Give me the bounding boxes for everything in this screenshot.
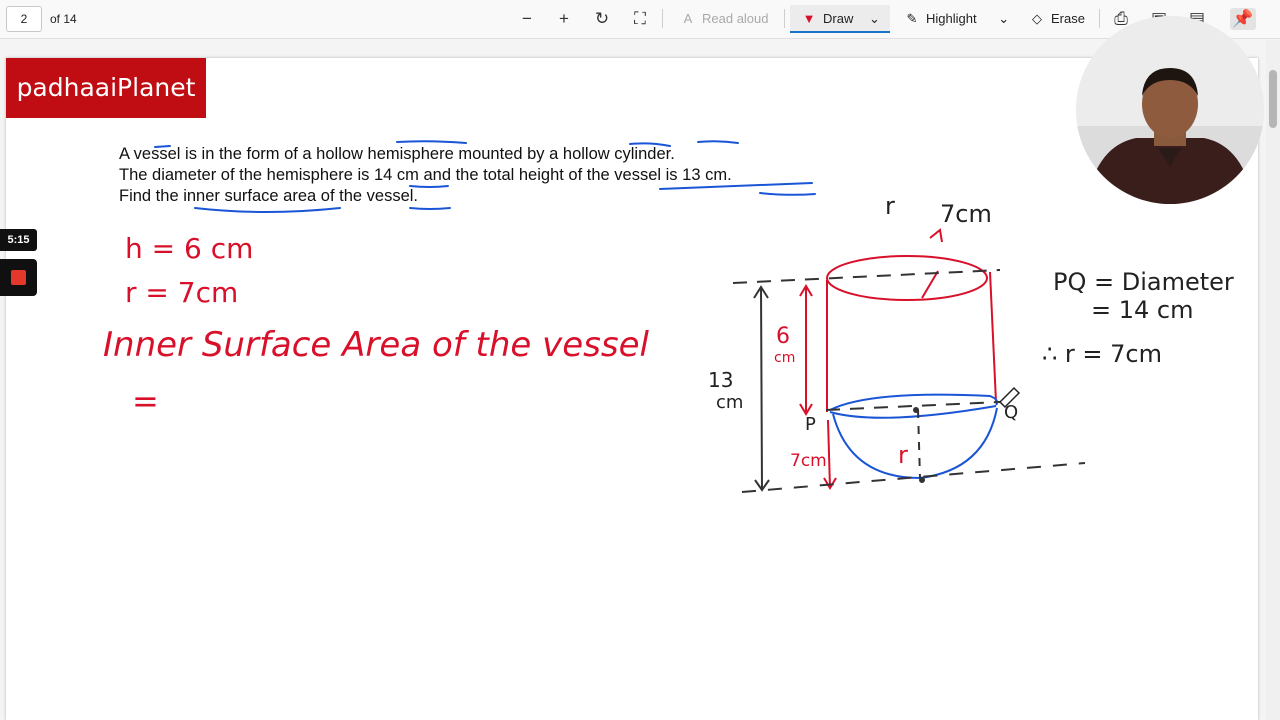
scrollbar-thumb[interactable] [1269, 70, 1277, 128]
fit-page-icon[interactable]: ⛶ [629, 8, 651, 30]
read-aloud-label: Read aloud [702, 11, 769, 26]
highlight-label: Highlight [926, 11, 977, 26]
highlight-button[interactable]: ✎ Highlight ⌄ [903, 5, 1010, 33]
webcam-overlay [1076, 16, 1264, 204]
page-number-input[interactable]: 2 [6, 6, 42, 32]
toolbar-divider [784, 9, 785, 28]
vertical-scrollbar[interactable] [1266, 40, 1280, 720]
erase-label: Erase [1051, 11, 1085, 26]
toolbar-divider [662, 9, 663, 28]
read-aloud-icon: A [683, 11, 693, 26]
zoom-in-icon[interactable]: + [553, 8, 575, 30]
page-count-label: of 14 [50, 12, 77, 26]
logo: padhaaiPlanet [6, 58, 206, 118]
pdf-toolbar: 2 of 14 − + ↻ ⛶ A Read aloud ▼ Draw ⌄ ✎ Hig… [0, 0, 1280, 39]
eraser-icon: ◇ [1032, 11, 1042, 26]
toolbar-divider [1099, 9, 1100, 28]
stop-icon [11, 270, 26, 285]
stop-recording-button[interactable] [0, 259, 37, 296]
recording-timer: 5:15 [0, 229, 37, 251]
chevron-down-icon[interactable]: ⌄ [869, 11, 880, 26]
chevron-down-icon[interactable]: ⌄ [998, 11, 1009, 26]
question-line: Find the inner surface area of the vesse… [119, 187, 418, 205]
question-line: The diameter of the hemisphere is 14 cm … [119, 166, 732, 184]
read-aloud-button[interactable]: A Read aloud [679, 5, 769, 33]
pdf-page: padhaaiPlanet A vessel is in the form of… [6, 58, 1258, 720]
pen-icon: ▼ [802, 11, 816, 26]
rotate-icon[interactable]: ↻ [591, 8, 613, 30]
erase-button[interactable]: ◇ Erase [1028, 5, 1085, 33]
draw-button[interactable]: ▼ Draw ⌄ [790, 5, 890, 33]
question-line: A vessel is in the form of a hollow hemi… [119, 145, 675, 163]
draw-label: Draw [823, 11, 854, 26]
pin-icon[interactable]: 📌 [1230, 8, 1256, 30]
highlighter-icon: ✎ [906, 11, 918, 26]
zoom-out-icon[interactable]: − [516, 8, 538, 30]
question-text: A vessel is in the form of a hollow hemi… [119, 144, 732, 207]
presenter-video [1076, 16, 1264, 204]
